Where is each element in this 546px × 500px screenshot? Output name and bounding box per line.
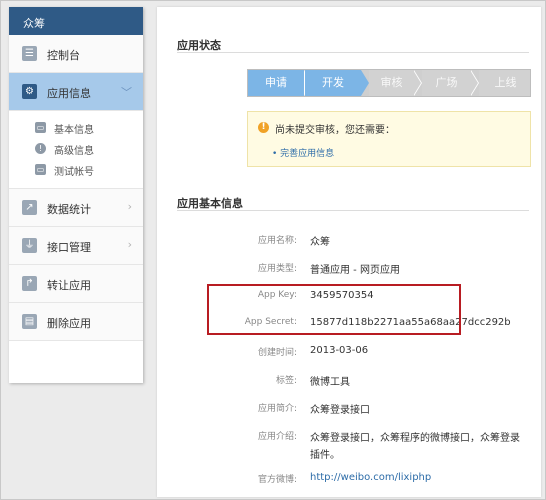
- field-value: 2013-03-06: [310, 345, 369, 356]
- field-value: 众筹登录接口: [310, 405, 370, 416]
- step-apply: 申请: [248, 70, 304, 96]
- field-row: 标签: 微博工具: [177, 373, 529, 388]
- field-label: 标签:: [275, 376, 297, 386]
- field-value: 微博工具: [310, 377, 350, 388]
- warning-icon: !: [258, 122, 269, 133]
- field-value: 众筹登录接口，众筹程序的微博接口，众筹登录: [310, 433, 520, 444]
- submenu-item-label: 测试帐号: [54, 167, 94, 178]
- step-online: 上线: [479, 70, 530, 96]
- sidebar: 众筹 ☰ 控制台 ⚙ 应用信息 ﹀ ▭ 基本信息 ! 高级信息 ▭ 测试帐号 ↗…: [9, 7, 143, 383]
- sidebar-item-label: 接口管理: [47, 241, 91, 254]
- field-row: 应用类型: 普通应用 - 网页应用: [177, 261, 529, 276]
- field-label: 创建时间:: [257, 348, 297, 358]
- field-row-continued: 插件。: [177, 446, 529, 461]
- sidebar-item-delete-app[interactable]: ▤ 删除应用: [9, 303, 143, 341]
- sidebar-item-app-info[interactable]: ⚙ 应用信息 ﹀: [9, 73, 143, 111]
- submenu-item-label: 高级信息: [54, 146, 94, 157]
- sidebar-item-transfer-app[interactable]: ↱ 转让应用: [9, 265, 143, 303]
- step-develop: 开发: [305, 70, 361, 96]
- main-panel: 应用状态 申请 开发 审核 广场 上线 ! 尚未提交审核，您还需要： • 完善应…: [157, 7, 541, 497]
- sidebar-item-label: 应用信息: [47, 87, 91, 100]
- field-label: 官方微博:: [257, 475, 297, 485]
- sidebar-item-dashboard[interactable]: ☰ 控制台: [9, 35, 143, 73]
- sidebar-item-label: 控制台: [47, 49, 80, 62]
- official-weibo-link[interactable]: http://weibo.com/lixiphp: [310, 472, 431, 483]
- basic-info-section-title: 应用基本信息: [177, 183, 529, 211]
- sidebar-item-api-management[interactable]: ⏚ 接口管理 ›: [9, 227, 143, 265]
- field-value: 插件。: [310, 450, 340, 461]
- card-icon: ▭: [35, 122, 46, 133]
- submenu-item-advanced-info[interactable]: ! 高级信息: [9, 138, 143, 159]
- field-row: 创建时间: 2013-03-06: [177, 345, 529, 359]
- field-value: 众筹: [310, 237, 330, 248]
- field-row: 应用名称: 众筹: [177, 233, 529, 248]
- field-label: 应用简介:: [257, 404, 297, 414]
- screenshot-frame: 众筹 ☰ 控制台 ⚙ 应用信息 ﹀ ▭ 基本信息 ! 高级信息 ▭ 测试帐号 ↗…: [0, 0, 546, 500]
- notice-text: 尚未提交审核，您还需要：: [275, 125, 395, 136]
- dashboard-icon: ☰: [22, 46, 37, 61]
- review-notice: ! 尚未提交审核，您还需要： • 完善应用信息: [247, 111, 531, 167]
- field-value: 普通应用 - 网页应用: [310, 265, 400, 276]
- progress-steps: 申请 开发 审核 广场 上线: [247, 69, 531, 97]
- field-label: 应用类型:: [257, 264, 297, 274]
- chevron-right-icon: ›: [127, 200, 132, 213]
- chevron-down-icon: ﹀: [121, 86, 132, 99]
- gear-icon: ⚙: [22, 84, 37, 99]
- highlight-box: [207, 284, 461, 335]
- app-info-submenu: ▭ 基本信息 ! 高级信息 ▭ 测试帐号: [9, 111, 143, 189]
- chart-icon: ↗: [22, 200, 37, 215]
- step-review: 审核: [369, 70, 414, 96]
- plug-icon: ⏚: [22, 238, 37, 253]
- sidebar-item-label: 数据统计: [47, 203, 91, 216]
- sidebar-header: 众筹: [9, 7, 143, 35]
- status-section-title: 应用状态: [177, 25, 529, 53]
- submenu-item-label: 基本信息: [54, 125, 94, 136]
- field-row: 应用简介: 众筹登录接口: [177, 401, 529, 416]
- field-label: 应用名称:: [257, 236, 297, 246]
- chevron-right-icon: ›: [127, 238, 132, 251]
- share-icon: ↱: [22, 276, 37, 291]
- complete-info-link[interactable]: • 完善应用信息: [272, 146, 334, 159]
- field-row: 应用介绍: 众筹登录接口，众筹程序的微博接口，众筹登录: [177, 429, 529, 444]
- step-square: 广场: [422, 70, 471, 96]
- id-card-icon: ▭: [35, 164, 46, 175]
- field-label: 应用介绍:: [257, 432, 297, 442]
- trash-icon: ▤: [22, 314, 37, 329]
- field-row: 官方微博: http://weibo.com/lixiphp: [177, 472, 529, 486]
- sidebar-item-label: 转让应用: [47, 279, 91, 292]
- sidebar-item-statistics[interactable]: ↗ 数据统计 ›: [9, 189, 143, 227]
- submenu-item-test-account[interactable]: ▭ 测试帐号: [9, 159, 143, 180]
- submenu-item-basic-info[interactable]: ▭ 基本信息: [9, 117, 143, 138]
- info-icon: !: [35, 143, 46, 154]
- sidebar-item-label: 删除应用: [47, 317, 91, 330]
